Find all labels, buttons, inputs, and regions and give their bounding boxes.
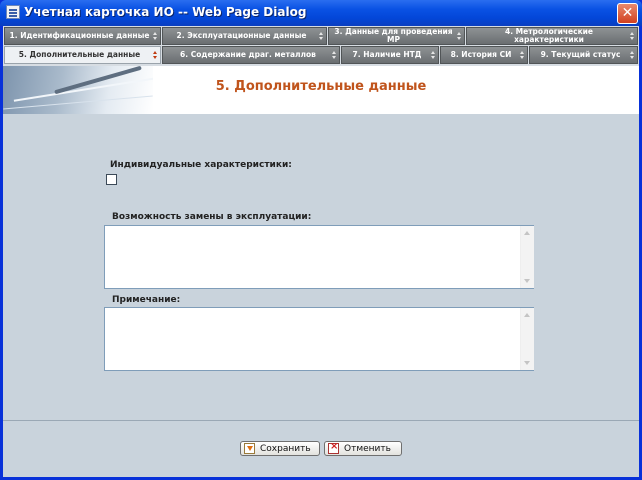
tab-label: 9. Текущий статус: [540, 50, 621, 59]
tab-arrows-icon: [153, 50, 157, 60]
dialog-client: 1. Идентификационные данные 2. Эксплуата…: [3, 26, 639, 477]
form-area: Индивидуальные характеристики: Возможнос…: [3, 114, 639, 420]
replacement-textarea[interactable]: [104, 225, 534, 289]
scroll-up-icon[interactable]: [524, 313, 530, 317]
tab-label: 7. Наличие НТД: [352, 50, 422, 59]
tab-label: 4. Метрологические характеристики: [504, 27, 594, 44]
scroll-up-icon[interactable]: [524, 231, 530, 235]
window-title: Учетная карточка ИО -- Web Page Dialog: [24, 5, 307, 19]
cancel-button-label: Отменить: [344, 443, 391, 454]
tab-status[interactable]: 9. Текущий статус: [529, 46, 638, 64]
tab-label: 1. Идентификационные данные: [9, 31, 150, 40]
tab-metrological[interactable]: 4. Метрологические характеристики: [466, 27, 638, 45]
tab-label: 2. Эксплуатационные данные: [176, 31, 307, 40]
tab-operational[interactable]: 2. Эксплуатационные данные: [162, 27, 327, 45]
individual-characteristics-checkbox[interactable]: [106, 174, 117, 185]
tab-history[interactable]: 8. История СИ: [440, 46, 528, 64]
dialog-window: Учетная карточка ИО -- Web Page Dialog ✕…: [0, 0, 642, 480]
tab-label: 3. Данные для проведения МР: [334, 27, 453, 44]
tab-arrows-icon: [153, 31, 157, 41]
replacement-scrollbar[interactable]: [520, 226, 534, 288]
tab-label: 6. Содержание драг. металлов: [180, 50, 316, 59]
close-icon[interactable]: ✕: [617, 3, 638, 24]
tab-bar: 1. Идентификационные данные 2. Эксплуата…: [3, 26, 639, 70]
note-scrollbar[interactable]: [520, 308, 534, 370]
tab-additional[interactable]: 5. Дополнительные данные: [4, 46, 161, 64]
tab-label: 8. История СИ: [450, 50, 512, 59]
tab-arrows-icon: [431, 50, 435, 60]
title-bar[interactable]: Учетная карточка ИО -- Web Page Dialog ✕: [0, 0, 642, 26]
tab-mr-data[interactable]: 3. Данные для проведения МР: [328, 27, 465, 45]
tab-label: 5. Дополнительные данные: [18, 50, 141, 59]
save-button[interactable]: Сохранить: [240, 441, 320, 456]
cancel-button[interactable]: Отменить: [324, 441, 402, 456]
tab-arrows-icon: [630, 31, 634, 41]
cancel-icon: [328, 441, 339, 454]
tab-arrows-icon: [332, 50, 336, 60]
save-button-label: Сохранить: [260, 443, 311, 454]
tab-ntd[interactable]: 7. Наличие НТД: [341, 46, 439, 64]
page-header: 5. Дополнительные данные: [3, 66, 639, 114]
scroll-down-icon[interactable]: [524, 361, 530, 365]
tab-arrows-icon: [630, 50, 634, 60]
scroll-down-icon[interactable]: [524, 279, 530, 283]
tab-precious-metals[interactable]: 6. Содержание драг. металлов: [162, 46, 340, 64]
replacement-label: Возможность замены в эксплуатации:: [112, 212, 312, 222]
tab-arrows-icon: [457, 31, 461, 41]
tab-arrows-icon: [520, 50, 524, 60]
individual-characteristics-label: Индивидуальные характеристики:: [110, 160, 292, 170]
tab-arrows-icon: [319, 31, 323, 41]
button-bar: Сохранить Отменить: [3, 421, 639, 477]
page-title: 5. Дополнительные данные: [215, 79, 427, 94]
note-textarea[interactable]: [104, 307, 534, 371]
save-icon: [244, 443, 255, 454]
note-label: Примечание:: [112, 295, 181, 305]
dialog-icon: [6, 5, 20, 19]
tab-identification[interactable]: 1. Идентификационные данные: [4, 27, 161, 45]
